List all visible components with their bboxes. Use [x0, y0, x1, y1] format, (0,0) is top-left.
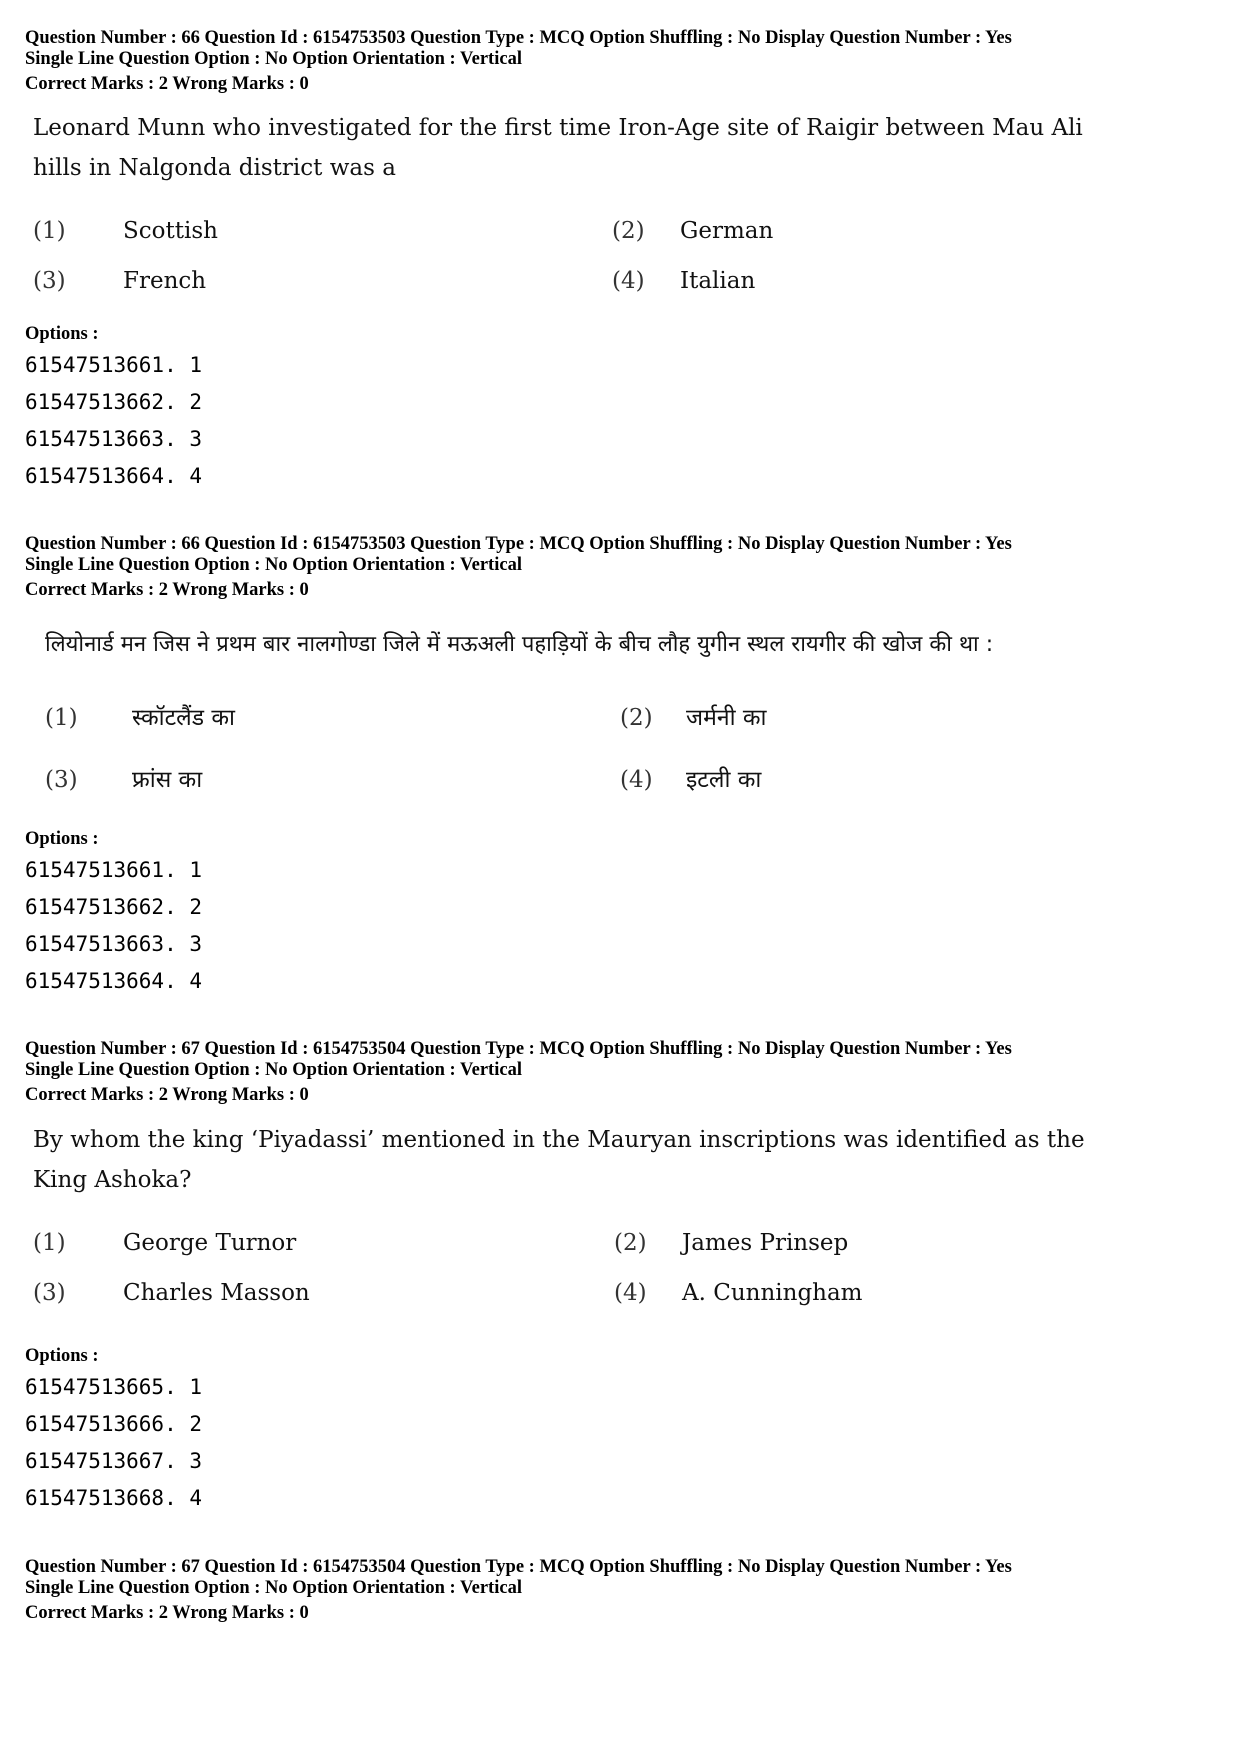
option-text: German: [680, 218, 774, 244]
question-line-1: Leonard Munn who investigated for the fi…: [33, 115, 1083, 141]
question-66-en-meta: Question Number : 66 Question Id : 61547…: [25, 28, 1220, 95]
option-number: (2): [612, 218, 645, 244]
option-text: Italian: [680, 268, 756, 294]
options-label: Options :: [25, 829, 99, 849]
question-line-2: King Ashoka?: [33, 1167, 192, 1193]
option-id: 61547513664. 4: [25, 969, 203, 993]
option-number: (3): [33, 1280, 66, 1306]
options-label: Options :: [25, 324, 99, 344]
option-3: (3) फ्रांस का: [45, 762, 202, 794]
option-number: (2): [620, 705, 653, 731]
marks-line: Correct Marks : 2 Wrong Marks : 0: [25, 580, 309, 600]
option-number: (3): [33, 268, 66, 294]
option-number: (1): [33, 1230, 66, 1256]
option-text: James Prinsep: [682, 1230, 849, 1256]
question-line-1: By whom the king ‘Piyadassi’ mentioned i…: [33, 1127, 1085, 1153]
option-id: 61547513661. 1: [25, 858, 203, 882]
option-2: (2) जर्मनी का: [620, 700, 766, 732]
question-line-1: लियोनार्ड मन जिस ने प्रथम बार नालगोण्डा …: [45, 632, 994, 657]
meta-line-1: Question Number : 67 Question Id : 61547…: [25, 1557, 1012, 1577]
option-id: 61547513668. 4: [25, 1486, 203, 1510]
option-number: (4): [614, 1280, 647, 1306]
option-text: French: [123, 268, 207, 294]
option-id: 61547513663. 3: [25, 427, 203, 451]
option-id: 61547513662. 2: [25, 390, 203, 414]
option-text: Charles Masson: [123, 1280, 310, 1306]
option-id-list: 61547513661. 1 61547513662. 2 6154751366…: [25, 852, 202, 1000]
option-1: (1) George Turnor: [33, 1230, 296, 1256]
option-id: 61547513662. 2: [25, 895, 203, 919]
option-number: (3): [45, 767, 78, 793]
option-4: (4) इटली का: [620, 762, 761, 794]
option-3: (3) French: [33, 268, 206, 294]
option-text: जर्मनी का: [686, 705, 767, 731]
option-1: (1) Scottish: [33, 218, 218, 244]
option-text: इटली का: [686, 767, 762, 793]
option-number: (1): [33, 218, 66, 244]
question-67-en-text: By whom the king ‘Piyadassi’ mentioned i…: [33, 1120, 1213, 1200]
meta-line-1: Question Number : 66 Question Id : 61547…: [25, 534, 1012, 554]
option-number: (2): [614, 1230, 647, 1256]
marks-line: Correct Marks : 2 Wrong Marks : 0: [25, 1603, 309, 1623]
option-id: 61547513663. 3: [25, 932, 203, 956]
meta-line-2: Single Line Question Option : No Option …: [25, 49, 522, 69]
option-text: A. Cunningham: [682, 1280, 863, 1306]
option-number: (4): [620, 767, 653, 793]
option-id: 61547513661. 1: [25, 353, 203, 377]
option-id: 61547513666. 2: [25, 1412, 203, 1436]
option-2: (2) German: [612, 218, 773, 244]
question-66-hi-text: लियोनार्ड मन जिस ने प्रथम बार नालगोण्डा …: [45, 625, 1225, 665]
option-text: George Turnor: [123, 1230, 297, 1256]
option-id-list: 61547513665. 1 61547513666. 2 6154751366…: [25, 1369, 202, 1517]
option-id-list: 61547513661. 1 61547513662. 2 6154751366…: [25, 347, 202, 495]
question-67-en-meta: Question Number : 67 Question Id : 61547…: [25, 1039, 1220, 1106]
option-id: 61547513664. 4: [25, 464, 203, 488]
meta-line-1: Question Number : 66 Question Id : 61547…: [25, 28, 1012, 48]
option-4: (4) Italian: [612, 268, 755, 294]
option-4: (4) A. Cunningham: [614, 1280, 863, 1306]
question-line-2: hills in Nalgonda district was a: [33, 155, 396, 181]
meta-line-2: Single Line Question Option : No Option …: [25, 1060, 522, 1080]
option-text: स्कॉटलैंड का: [132, 705, 235, 731]
question-66-en-text: Leonard Munn who investigated for the fi…: [33, 108, 1213, 188]
option-id: 61547513665. 1: [25, 1375, 203, 1399]
marks-line: Correct Marks : 2 Wrong Marks : 0: [25, 1085, 309, 1105]
option-2: (2) James Prinsep: [614, 1230, 848, 1256]
option-3: (3) Charles Masson: [33, 1280, 310, 1306]
question-67-hi-meta: Question Number : 67 Question Id : 61547…: [25, 1557, 1220, 1624]
option-number: (1): [45, 705, 78, 731]
question-66-hi-meta: Question Number : 66 Question Id : 61547…: [25, 534, 1220, 601]
meta-line-1: Question Number : 67 Question Id : 61547…: [25, 1039, 1012, 1059]
marks-line: Correct Marks : 2 Wrong Marks : 0: [25, 74, 309, 94]
option-text: फ्रांस का: [132, 767, 203, 793]
options-label: Options :: [25, 1346, 99, 1366]
option-text: Scottish: [123, 218, 218, 244]
meta-line-2: Single Line Question Option : No Option …: [25, 555, 522, 575]
option-id: 61547513667. 3: [25, 1449, 203, 1473]
option-1: (1) स्कॉटलैंड का: [45, 700, 235, 732]
option-number: (4): [612, 268, 645, 294]
meta-line-2: Single Line Question Option : No Option …: [25, 1578, 522, 1598]
